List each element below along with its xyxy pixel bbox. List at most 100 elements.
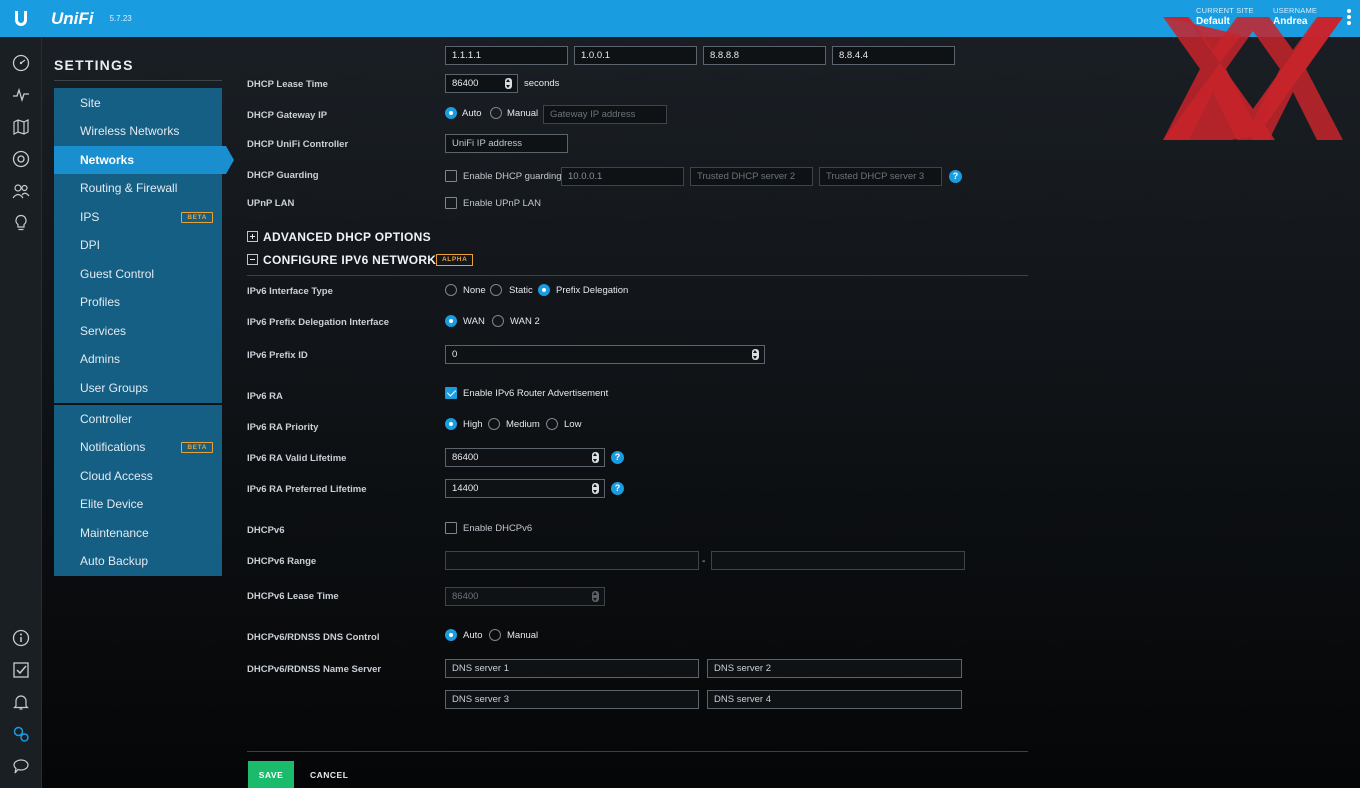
unifi-controller-ip-input[interactable]: UniFi IP address — [445, 134, 568, 153]
current-site-caption: CURRENT SITE — [1196, 6, 1254, 15]
name-server-3-input[interactable]: DNS server 3 — [445, 690, 699, 709]
alerts-bell-icon[interactable] — [11, 692, 31, 712]
pd-interface-wan-label: WAN — [463, 316, 485, 327]
sidebar-item-guest-control[interactable]: Guest Control — [54, 260, 222, 288]
dns-server-4-input[interactable]: 8.8.4.4 — [832, 46, 955, 65]
username-caption: USERNAME — [1273, 6, 1318, 15]
trusted-dhcp-server-1-input[interactable]: 10.0.0.1 — [561, 167, 684, 186]
ipv6-type-static-radio[interactable] — [490, 284, 502, 296]
chat-icon[interactable] — [11, 756, 31, 776]
dns-server-2-input[interactable]: 1.0.0.1 — [574, 46, 697, 65]
sidebar-item-services[interactable]: Services — [54, 317, 222, 345]
name-server-1-input[interactable]: DNS server 1 — [445, 659, 699, 678]
gateway-manual-radio[interactable] — [490, 107, 502, 119]
pd-interface-wan-radio[interactable] — [445, 315, 457, 327]
sidebar-item-elite-device[interactable]: Elite Device — [54, 490, 222, 518]
watermark-logo — [1163, 17, 1343, 140]
ipv6-ra-priority-label: IPv6 RA Priority — [247, 422, 319, 433]
sidebar-item-ips[interactable]: IPS BETA — [54, 203, 222, 231]
sidebar-item-notifications[interactable]: Notifications BETA — [54, 433, 222, 461]
upnp-lan-label: UPnP LAN — [247, 198, 295, 209]
gateway-ip-input[interactable]: Gateway IP address — [543, 105, 667, 124]
dhcpv6-range-stop-input[interactable] — [711, 551, 965, 570]
trusted-dhcp-server-2-input[interactable]: Trusted DHCP server 2 — [690, 167, 813, 186]
sidebar-item-networks[interactable]: Networks — [54, 146, 234, 174]
dns-control-label: DHCPv6/RDNSS DNS Control — [247, 632, 380, 643]
expand-plus-icon — [247, 231, 258, 242]
configure-ipv6-title: CONFIGURE IPV6 NETWORK — [263, 253, 437, 267]
icon-rail — [0, 37, 42, 788]
save-button[interactable]: SAVE — [248, 761, 294, 788]
more-menu-icon[interactable] — [1347, 9, 1351, 27]
brand-name: UniFi — [51, 8, 94, 28]
sidebar-item-site[interactable]: Site — [54, 89, 222, 117]
settings-title: SETTINGS — [54, 57, 134, 73]
dhcp-lease-time-value: 86400 — [452, 78, 479, 89]
sidebar-item-wireless-networks[interactable]: Wireless Networks — [54, 117, 222, 145]
dhcp-guarding-label: DHCP Guarding — [247, 170, 319, 181]
stepper-icon[interactable] — [505, 78, 512, 89]
sidebar-item-profiles[interactable]: Profiles — [54, 288, 222, 316]
name-server-2-input[interactable]: DNS server 2 — [707, 659, 962, 678]
ipv6-prefix-id-input[interactable]: 0 — [445, 345, 765, 364]
settings-gear-icon[interactable] — [11, 724, 31, 744]
ipv6-prefix-id-label: IPv6 Prefix ID — [247, 350, 308, 361]
dhcp-guarding-checkbox[interactable] — [445, 170, 457, 182]
sidebar-item-user-groups[interactable]: User Groups — [54, 374, 222, 402]
dhcp-lease-time-input[interactable]: 86400 — [445, 74, 518, 93]
ubiquiti-logo-icon[interactable] — [0, 0, 42, 37]
ra-priority-high-radio[interactable] — [445, 418, 457, 430]
help-icon[interactable]: ? — [611, 482, 624, 495]
clients-icon[interactable] — [11, 181, 31, 201]
help-icon[interactable]: ? — [949, 170, 962, 183]
ipv6-ra-valid-lifetime-input[interactable]: 86400 — [445, 448, 605, 467]
dhcpv6-checkbox[interactable] — [445, 522, 457, 534]
ipv6-ra-preferred-lifetime-label: IPv6 RA Preferred Lifetime — [247, 484, 367, 495]
trusted-dhcp-server-3-input[interactable]: Trusted DHCP server 3 — [819, 167, 942, 186]
configure-ipv6-toggle[interactable]: CONFIGURE IPV6 NETWORK — [247, 253, 436, 267]
dhcpv6-range-label: DHCPv6 Range — [247, 556, 317, 567]
ra-priority-low-radio[interactable] — [546, 418, 558, 430]
dns-server-3-input[interactable]: 8.8.8.8 — [703, 46, 826, 65]
dhcpv6-lease-time-input[interactable]: 86400 — [445, 587, 605, 606]
devices-icon[interactable] — [11, 149, 31, 169]
dhcp-controller-label: DHCP UniFi Controller — [247, 139, 349, 150]
stepper-icon[interactable] — [752, 349, 759, 360]
sidebar-item-routing-firewall[interactable]: Routing & Firewall — [54, 174, 222, 202]
insights-icon[interactable] — [11, 213, 31, 233]
advanced-dhcp-options-toggle[interactable]: ADVANCED DHCP OPTIONS — [247, 230, 431, 244]
gateway-auto-label: Auto — [462, 108, 482, 119]
sidebar-item-cloud-access[interactable]: Cloud Access — [54, 462, 222, 490]
cancel-button[interactable]: CANCEL — [310, 770, 348, 780]
ipv6-type-prefix-delegation-radio[interactable] — [538, 284, 550, 296]
sidebar-item-controller[interactable]: Controller — [54, 405, 222, 433]
dns-control-auto-radio[interactable] — [445, 629, 457, 641]
stepper-icon[interactable] — [592, 452, 599, 463]
statistics-icon[interactable] — [11, 85, 31, 105]
gateway-manual-label: Manual — [507, 108, 539, 119]
name-server-4-input[interactable]: DNS server 4 — [707, 690, 962, 709]
dhcpv6-range-start-input[interactable] — [445, 551, 699, 570]
pd-interface-wan2-radio[interactable] — [492, 315, 504, 327]
ipv6-type-prefix-delegation-label: Prefix Delegation — [556, 285, 629, 296]
ipv6-pd-interface-label: IPv6 Prefix Delegation Interface — [247, 317, 390, 328]
help-icon[interactable]: ? — [611, 451, 624, 464]
upnp-lan-checkbox[interactable] — [445, 197, 457, 209]
dns-control-manual-radio[interactable] — [489, 629, 501, 641]
ipv6-ra-preferred-lifetime-input[interactable]: 14400 — [445, 479, 605, 498]
map-icon[interactable] — [11, 117, 31, 137]
dns-server-1-input[interactable]: 1.1.1.1 — [445, 46, 568, 65]
ra-priority-medium-radio[interactable] — [488, 418, 500, 430]
stepper-icon[interactable] — [592, 483, 599, 494]
info-icon[interactable] — [11, 628, 31, 648]
tasks-icon[interactable] — [11, 660, 31, 680]
sidebar-item-admins[interactable]: Admins — [54, 345, 222, 373]
sidebar-item-auto-backup[interactable]: Auto Backup — [54, 547, 222, 575]
gateway-auto-radio[interactable] — [445, 107, 457, 119]
stepper-icon[interactable] — [592, 591, 599, 602]
sidebar-item-dpi[interactable]: DPI — [54, 231, 222, 259]
ipv6-type-none-radio[interactable] — [445, 284, 457, 296]
sidebar-item-maintenance[interactable]: Maintenance — [54, 519, 222, 547]
ipv6-ra-checkbox[interactable] — [445, 387, 457, 399]
dashboard-icon[interactable] — [11, 53, 31, 73]
